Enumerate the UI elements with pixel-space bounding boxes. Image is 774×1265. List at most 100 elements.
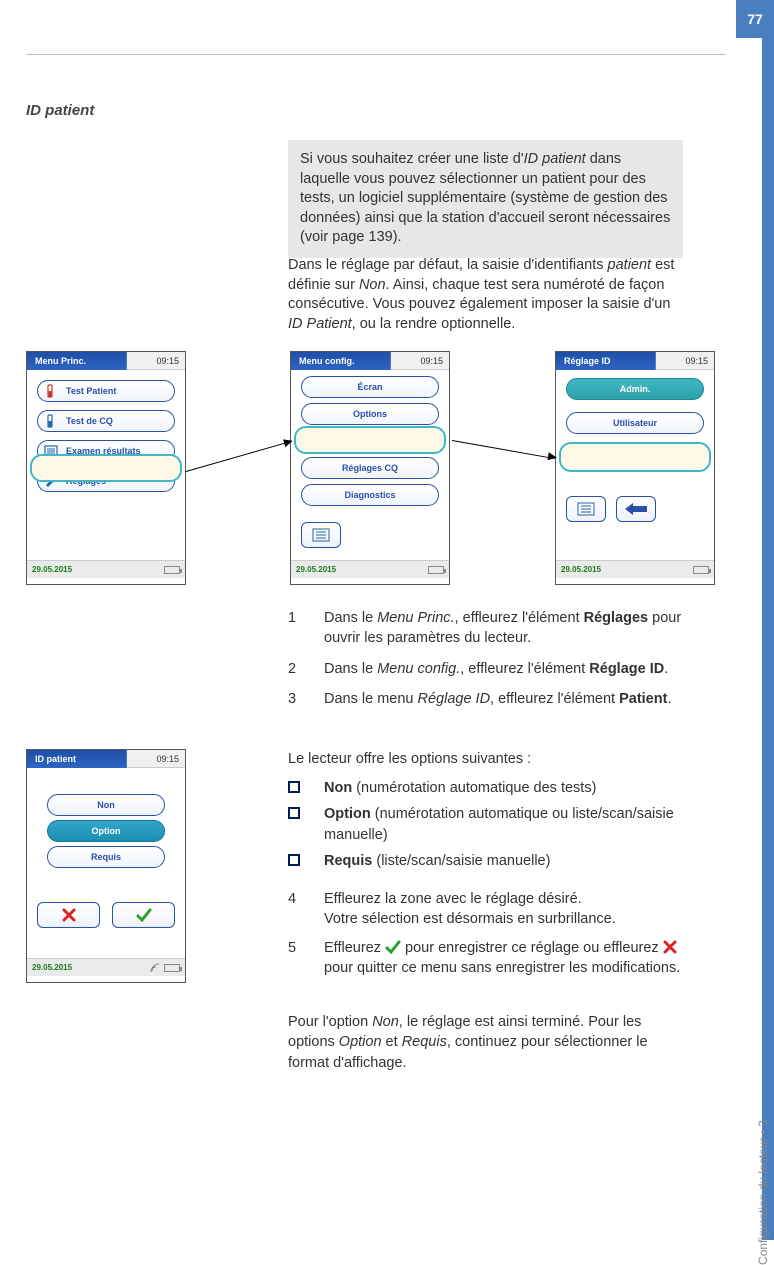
titlebar: ID patient 09:15 <box>27 750 185 768</box>
btn-admin[interactable]: Admin. <box>566 378 704 400</box>
paragraph-final: Pour l'option Non, le réglage est ainsi … <box>288 1012 683 1073</box>
vial-blue-icon <box>43 413 59 429</box>
step-num: 2 <box>288 659 324 679</box>
steps-group-1: 1 Dans le Menu Princ. , effleurez l'éléme… <box>288 608 683 719</box>
info-box: Si vous souhaitez créer une liste d'ID p… <box>288 140 683 258</box>
label: Utilisateur <box>613 418 657 428</box>
txt: Dans le réglage par défaut, la saisie d'… <box>288 257 608 273</box>
btn-test-cq[interactable]: Test de CQ <box>37 410 175 432</box>
txt: Effleurez la zone avec le réglage désiré… <box>324 891 582 907</box>
btn-ecran[interactable]: Écran <box>301 376 439 398</box>
divider <box>26 54 726 55</box>
screen-title: Menu config. <box>291 352 391 370</box>
txt: , effleurez l'élément <box>490 691 619 707</box>
device-reglage-id: Réglage ID 09:15 Admin. Utilisateur Pati… <box>555 351 715 585</box>
paragraph-options-intro: Le lecteur offre les options suivantes : <box>288 749 683 769</box>
txt: et <box>382 1034 402 1050</box>
clock: 09:15 <box>391 352 449 370</box>
square-bullet-icon <box>288 781 300 793</box>
txt-b: Réglages <box>584 610 648 626</box>
txt: . <box>667 691 671 707</box>
arrow-line-2 <box>452 440 555 459</box>
bullets-options: Non (numérotation automatique des tests)… <box>288 778 683 877</box>
txt: Dans le <box>324 610 377 626</box>
btn-utilisateur[interactable]: Utilisateur <box>566 412 704 434</box>
label: Écran <box>357 382 382 392</box>
footer: 29.05.2015 <box>291 560 449 578</box>
txt-b: Réglage ID <box>589 661 664 677</box>
date: 29.05.2015 <box>296 565 336 574</box>
btn-log[interactable] <box>566 496 606 522</box>
square-bullet-icon <box>288 807 300 819</box>
txt-i: Menu Princ. <box>377 610 454 626</box>
battery-icon <box>164 566 180 574</box>
screen-title: ID patient <box>27 750 127 768</box>
txt: , ou la rendre optionnelle. <box>352 316 516 332</box>
label: Réglages <box>66 476 106 486</box>
txt: (numérotation automatique des tests) <box>352 780 596 796</box>
bullet-option: Option (numérotation automatique ou list… <box>288 804 683 845</box>
btn-reglages-cq[interactable]: Réglages CQ <box>301 457 439 479</box>
btn-options[interactable]: Options <box>301 403 439 425</box>
btn-back[interactable] <box>616 496 656 522</box>
step-num: 1 <box>288 608 324 649</box>
screen-title: Réglage ID <box>556 352 656 370</box>
txt-b: Non <box>324 780 352 796</box>
btn-patient[interactable]: Patient <box>566 446 704 468</box>
clock: 09:15 <box>127 352 185 370</box>
clock: 09:15 <box>127 750 185 768</box>
btn-cancel[interactable] <box>37 902 100 928</box>
steps-group-2: 4 Effleurez la zone avec le réglage dési… <box>288 889 683 986</box>
txt: (liste/scan/saisie manuelle) <box>372 853 550 869</box>
btn-diagnostics[interactable]: Diagnostics <box>301 484 439 506</box>
btn-exam-results[interactable]: Examen résultats <box>37 440 175 462</box>
txt-i: Non <box>372 1014 399 1030</box>
wrench-icon <box>43 473 59 489</box>
side-rail <box>762 38 774 1240</box>
label: Requis <box>91 852 121 862</box>
txt: Pour l'option <box>288 1014 372 1030</box>
paragraph-default-setting: Dans le réglage par défaut, la saisie d'… <box>288 256 683 334</box>
step-num: 4 <box>288 889 324 930</box>
step-1: 1 Dans le Menu Princ., effleurez l'éléme… <box>288 608 683 649</box>
txt: . <box>664 661 668 677</box>
btn-test-patient[interactable]: Test Patient <box>37 380 175 402</box>
date: 29.05.2015 <box>561 565 601 574</box>
btn-log[interactable] <box>301 522 341 548</box>
txt-b: Requis <box>324 853 372 869</box>
label: Options <box>353 409 387 419</box>
txt: Effleurez <box>324 940 385 956</box>
txt-b: Option <box>324 806 371 822</box>
btn-non[interactable]: Non <box>47 794 165 816</box>
btn-option[interactable]: Option <box>47 820 165 842</box>
step-num: 5 <box>288 938 324 979</box>
info-italic: ID patient <box>524 151 586 167</box>
results-icon <box>43 443 59 459</box>
txt: , effleurez l'élément <box>460 661 589 677</box>
step-4: 4 Effleurez la zone avec le réglage dési… <box>288 889 683 930</box>
label: Admin. <box>620 384 651 394</box>
btn-confirm[interactable] <box>112 902 175 928</box>
txt-i: Non <box>359 277 386 293</box>
wireless-icon <box>150 963 160 973</box>
btn-settings[interactable]: Réglages <box>37 470 175 492</box>
square-bullet-icon <box>288 854 300 866</box>
txt-b: Patient <box>619 691 667 707</box>
label: Test de CQ <box>66 416 113 426</box>
btn-reglage-id[interactable]: Réglage ID <box>301 430 439 452</box>
txt: pour quitter ce menu sans enregistrer le… <box>324 960 680 976</box>
step-3: 3 Dans le menu Réglage ID, effleurez l'é… <box>288 689 683 709</box>
cross-icon <box>62 908 76 922</box>
footer: 29.05.2015 <box>27 958 185 976</box>
vial-red-icon <box>43 383 59 399</box>
bullet-non: Non (numérotation automatique des tests) <box>288 778 683 798</box>
step-2: 2 Dans le Menu config., effleurez l'élém… <box>288 659 683 679</box>
footer: 29.05.2015 <box>556 560 714 578</box>
date: 29.05.2015 <box>32 565 72 574</box>
arrow-line-1 <box>186 442 287 472</box>
btn-requis[interactable]: Requis <box>47 846 165 868</box>
screen-title: Menu Princ. <box>27 352 127 370</box>
titlebar: Menu config. 09:15 <box>291 352 449 370</box>
page-number-tab: 77 <box>736 0 774 38</box>
arrow-head-2 <box>547 452 557 461</box>
